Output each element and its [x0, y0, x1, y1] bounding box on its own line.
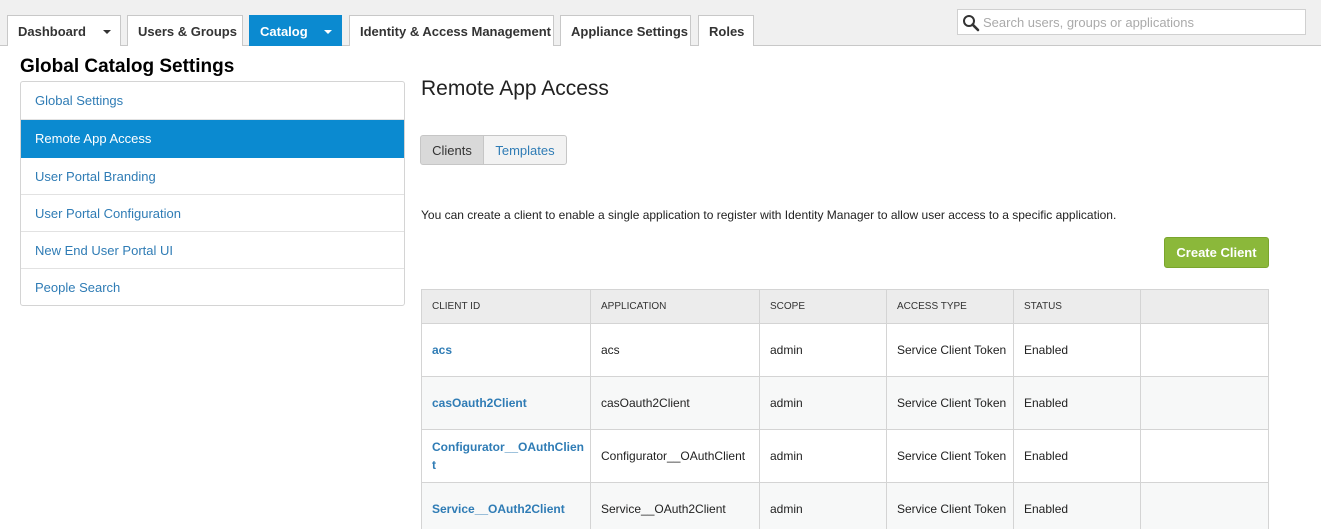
table-row[interactable]: Service__OAuth2Client Service__OAuth2Cli…: [422, 483, 1268, 529]
status-cell: Enabled: [1014, 430, 1141, 482]
scope-cell: admin: [760, 430, 887, 482]
actions-cell: [1141, 483, 1268, 529]
clients-segment-button[interactable]: Clients: [420, 135, 484, 165]
sidebar-item-remote-app-access[interactable]: Remote App Access: [21, 120, 404, 158]
access-type-cell: Service Client Token: [887, 377, 1014, 429]
chevron-down-icon[interactable]: [103, 30, 111, 34]
client-id-link[interactable]: acs: [422, 324, 591, 376]
tab-dashboard[interactable]: Dashboard: [7, 15, 121, 46]
tab-catalog-label: Catalog: [260, 24, 308, 39]
top-navigation-bar: Dashboard Users & Groups Catalog Identit…: [0, 0, 1321, 46]
tab-roles[interactable]: Roles: [698, 15, 754, 46]
status-cell: Enabled: [1014, 377, 1141, 429]
sidebar-item-label: New End User Portal UI: [35, 242, 173, 258]
create-client-button[interactable]: Create Client: [1164, 237, 1269, 268]
column-header-access-type[interactable]: ACCESS TYPE: [887, 290, 1014, 323]
create-client-button-label: Create Client: [1176, 245, 1257, 260]
actions-cell: [1141, 324, 1268, 376]
tab-roles-label: Roles: [709, 24, 745, 39]
chevron-down-icon[interactable]: [324, 30, 332, 34]
sidebar-item-label: Remote App Access: [35, 131, 152, 146]
settings-side-menu: Global Settings Remote App Access User P…: [20, 81, 405, 306]
status-cell: Enabled: [1014, 324, 1141, 376]
application-cell: casOauth2Client: [591, 377, 760, 429]
sidebar-item-label: User Portal Branding: [35, 168, 156, 184]
table-row[interactable]: casOauth2Client casOauth2Client admin Se…: [422, 377, 1268, 430]
tab-appliance-settings-label: Appliance Settings: [571, 24, 689, 39]
clients-segment-label: Clients: [432, 142, 472, 158]
column-header-application[interactable]: APPLICATION: [591, 290, 760, 323]
client-id-link[interactable]: casOauth2Client: [422, 377, 591, 429]
tab-dashboard-label: Dashboard: [18, 24, 86, 39]
sidebar-item-global-settings[interactable]: Global Settings: [21, 82, 404, 120]
sidebar-item-user-portal-branding[interactable]: User Portal Branding: [21, 158, 404, 195]
application-cell: Service__OAuth2Client: [591, 483, 760, 529]
table-row[interactable]: acs acs admin Service Client Token Enabl…: [422, 324, 1268, 377]
access-type-cell: Service Client Token: [887, 324, 1014, 376]
access-type-cell: Service Client Token: [887, 483, 1014, 529]
section-description: You can create a client to enable a sing…: [421, 208, 1117, 222]
search-box[interactable]: [957, 9, 1306, 35]
clients-table: CLIENT ID APPLICATION SCOPE ACCESS TYPE …: [421, 289, 1269, 529]
sidebar-item-user-portal-configuration[interactable]: User Portal Configuration: [21, 195, 404, 232]
access-type-cell: Service Client Token: [887, 430, 1014, 482]
column-header-client-id[interactable]: CLIENT ID: [422, 290, 591, 323]
sidebar-item-people-search[interactable]: People Search: [21, 269, 404, 305]
tab-identity-access-management[interactable]: Identity & Access Management: [349, 15, 554, 46]
scope-cell: admin: [760, 483, 887, 529]
tab-identity-access-management-label: Identity & Access Management: [360, 24, 551, 39]
templates-segment-label: Templates: [495, 142, 555, 158]
section-title: Remote App Access: [421, 77, 609, 100]
application-cell: acs: [591, 324, 760, 376]
scope-cell: admin: [760, 377, 887, 429]
sidebar-item-label: People Search: [35, 279, 121, 295]
sidebar-item-new-end-user-portal-ui[interactable]: New End User Portal UI: [21, 232, 404, 269]
sidebar-item-label: User Portal Configuration: [35, 205, 181, 221]
scope-cell: admin: [760, 324, 887, 376]
tab-users-groups[interactable]: Users & Groups: [127, 15, 243, 46]
tab-catalog[interactable]: Catalog: [249, 15, 342, 46]
tab-users-groups-label: Users & Groups: [138, 24, 237, 39]
table-row[interactable]: Configurator__OAuthClient Configurator__…: [422, 430, 1268, 483]
templates-segment-button[interactable]: Templates: [483, 135, 567, 165]
search-icon[interactable]: [962, 14, 980, 32]
application-cell: Configurator__OAuthClient: [591, 430, 760, 482]
column-header-status[interactable]: STATUS: [1014, 290, 1141, 323]
client-id-link[interactable]: Service__OAuth2Client: [422, 483, 591, 529]
tab-appliance-settings[interactable]: Appliance Settings: [560, 15, 691, 46]
actions-cell: [1141, 430, 1268, 482]
table-header: CLIENT ID APPLICATION SCOPE ACCESS TYPE …: [422, 290, 1268, 324]
status-cell: Enabled: [1014, 483, 1141, 529]
search-input[interactable]: [983, 14, 1298, 31]
column-header-scope[interactable]: SCOPE: [760, 290, 887, 323]
column-header-actions: [1141, 290, 1268, 323]
actions-cell: [1141, 377, 1268, 429]
page-title: Global Catalog Settings: [20, 56, 235, 77]
client-id-link[interactable]: Configurator__OAuthClient: [422, 430, 591, 482]
sidebar-item-label: Global Settings: [35, 93, 124, 108]
